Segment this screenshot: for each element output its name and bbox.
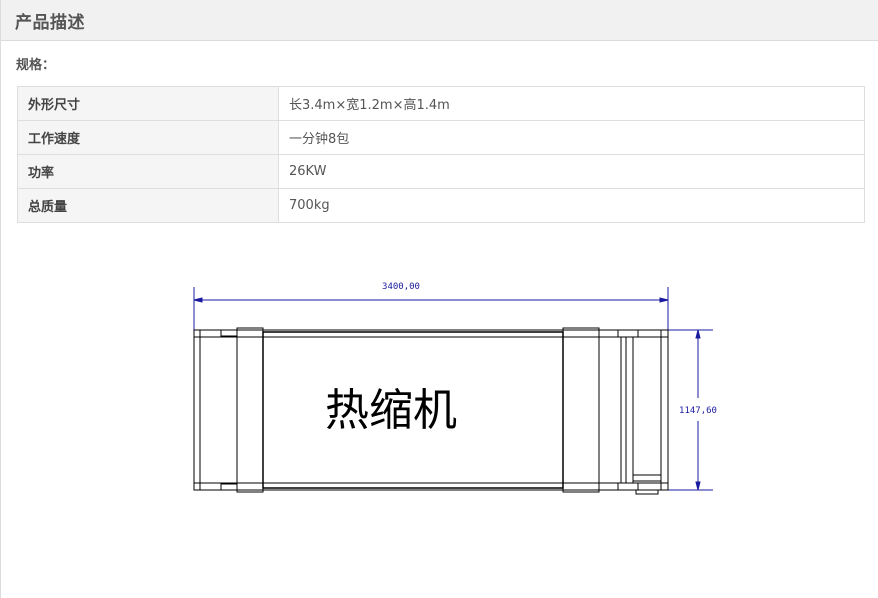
tunnel-top-flange-right <box>562 327 600 338</box>
spec-value-power: 26KW <box>278 154 865 189</box>
tunnel-bottom-flange-right <box>562 482 600 493</box>
table-row: 外形尺寸 长3.4m×宽1.2m×高1.4m <box>17 86 865 121</box>
height-arrow-bottom <box>695 481 701 491</box>
height-dimension-label: 1147,60 <box>679 406 717 416</box>
heat-shrink-machine-drawing: 3400,00 1147,60 热缩机 <box>193 282 717 495</box>
spec-value-weight: 700kg <box>278 188 865 223</box>
section-header: 产品描述 <box>1 0 878 41</box>
width-dimension-label: 3400,00 <box>382 282 420 292</box>
left-end-plate <box>193 329 201 491</box>
machine-title: 热缩机 <box>325 385 457 436</box>
product-description-panel: 产品描述 规格： 外形尺寸 长3.4m×宽1.2m×高1.4m 工作速度 一分钟… <box>0 0 878 598</box>
right-cooling-panel <box>598 336 627 484</box>
section-title: 产品描述 <box>15 12 85 33</box>
spec-key-dimensions: 外形尺寸 <box>17 86 279 121</box>
spec-key-power: 功率 <box>17 154 279 189</box>
spec-key-weight: 总质量 <box>17 188 279 223</box>
right-end-plate <box>660 329 669 491</box>
right-bottom-bracket <box>617 482 639 491</box>
foot-pad <box>635 489 659 495</box>
spec-value-dimensions: 长3.4m×宽1.2m×高1.4m <box>278 86 865 121</box>
width-arrow-right <box>659 297 669 303</box>
spec-value-speed: 一分钟8包 <box>278 120 865 155</box>
table-row: 总质量 700kg <box>17 188 865 223</box>
table-row: 工作速度 一分钟8包 <box>17 120 865 155</box>
spec-key-speed: 工作速度 <box>17 120 279 155</box>
machine-drawing: 3400,00 1147,60 热缩机 <box>1 270 878 500</box>
table-row: 功率 26KW <box>17 154 865 189</box>
left-top-bracket <box>220 329 238 337</box>
left-bottom-bracket <box>220 483 238 491</box>
height-arrow-top <box>695 329 701 339</box>
width-dimension <box>193 287 669 330</box>
control-box <box>632 474 662 482</box>
tunnel-top-flange-left <box>236 327 264 338</box>
tunnel-bottom-flange-left <box>236 482 264 493</box>
right-top-bracket <box>617 329 639 338</box>
width-arrow-left <box>193 297 203 303</box>
spec-label: 规格： <box>16 58 56 73</box>
spec-table: 外形尺寸 长3.4m×宽1.2m×高1.4m 工作速度 一分钟8包 功率 26K… <box>17 86 865 223</box>
